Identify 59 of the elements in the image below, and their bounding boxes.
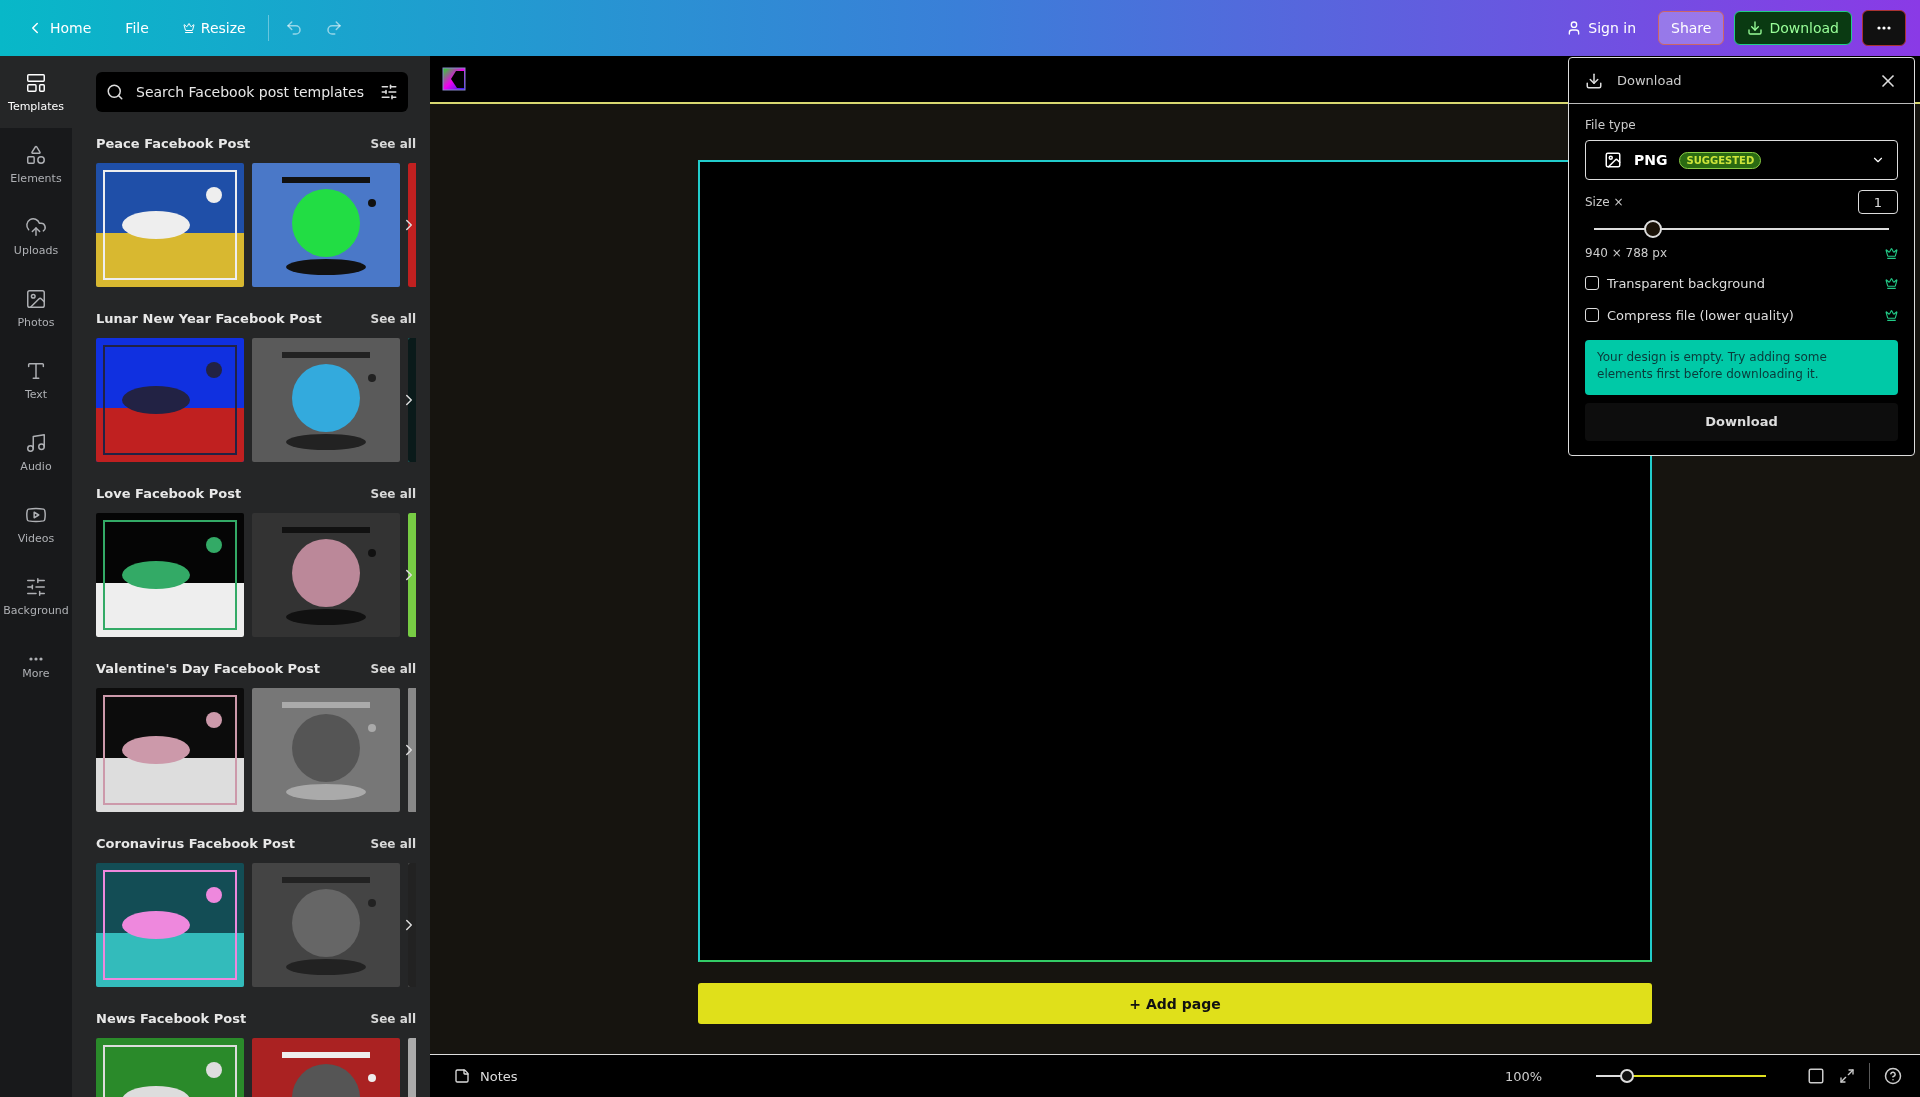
image-icon [1604,151,1622,169]
see-all-link[interactable]: See all [370,486,416,501]
notes-button[interactable]: Notes [448,1067,524,1085]
more-button[interactable] [1862,10,1906,46]
filter-icon[interactable] [380,83,398,101]
file-type-label: File type [1585,118,1637,132]
search-input[interactable]: Search Facebook post templates [134,83,370,101]
fullscreen-icon[interactable] [1839,1068,1855,1084]
logo-icon[interactable] [442,67,466,91]
sidebar-item[interactable]: Templates [0,56,72,128]
shapes-icon [25,143,47,166]
notes-icon [454,1068,470,1084]
see-all-link[interactable]: See all [370,836,416,851]
panel-title: Download [1617,73,1683,88]
section-title: Coronavirus Facebook Post [96,836,295,851]
more-icon [29,656,43,661]
download-icon [1747,20,1764,36]
see-all-link[interactable]: See all [370,311,416,326]
option-checkbox[interactable]: Transparent background [1585,275,1765,291]
download-confirm-button[interactable]: Download [1585,402,1898,441]
stripes-icon [25,575,47,598]
see-all-link[interactable]: See all [370,1011,416,1026]
sidebar-item[interactable]: Audio [0,416,72,488]
sign-in-button[interactable]: Sign in [1554,12,1648,44]
image-icon [25,287,47,310]
size-input[interactable]: 1 [1858,190,1898,214]
dimensions-text: 940 × 788 px [1585,246,1668,260]
download-button[interactable]: Download [1734,11,1852,45]
sidebar-item[interactable]: Videos [0,488,72,560]
sidebar-item[interactable]: Text [0,344,72,416]
more-icon [1877,26,1891,30]
search-bar[interactable]: Search Facebook post templates [96,72,408,112]
section-title: News Facebook Post [96,1011,247,1026]
add-page-button[interactable]: + Add page [698,983,1652,1024]
suggested-badge: SUGGESTED [1679,151,1762,169]
page-icon[interactable] [1807,1067,1825,1085]
sidebar-item[interactable]: More [0,632,72,704]
help-icon[interactable] [1884,1067,1902,1085]
see-all-link[interactable]: See all [370,136,416,151]
sidebar-item[interactable]: Photos [0,272,72,344]
section-title: Valentine's Day Facebook Post [96,661,320,676]
section-title: Love Facebook Post [96,486,242,501]
template-icon [25,71,47,94]
search-icon [106,83,124,101]
option-checkbox[interactable]: Compress file (lower quality) [1585,307,1794,323]
crown-icon [182,22,195,34]
file-type-select[interactable]: PNG SUGGESTED [1585,140,1898,180]
section-title: Lunar New Year Facebook Post [96,311,322,326]
section-title: Peace Facebook Post [96,136,251,151]
zoom-level: 100% [1505,1068,1544,1084]
sidebar-item[interactable]: Uploads [0,200,72,272]
empty-design-notice: Your design is empty. Try adding some elements first before downloading it. [1585,340,1898,395]
music-note-icon [25,431,47,454]
see-all-link[interactable]: See all [370,661,416,676]
download-icon [1585,71,1603,90]
cloud-upload-icon [25,215,47,238]
size-label: Size × [1585,195,1624,209]
sidebar-item[interactable]: Background [0,560,72,632]
sidebar-item[interactable]: Elements [0,128,72,200]
